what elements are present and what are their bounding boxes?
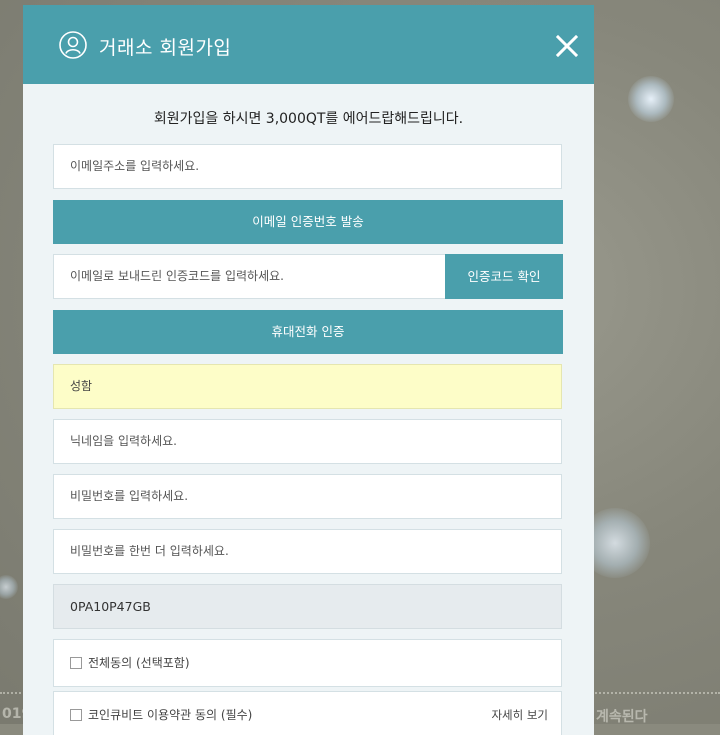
- agree-terms-row[interactable]: 코인큐비트 이용약관 동의 (필수) 자세히 보기: [53, 691, 562, 735]
- nickname-input[interactable]: 닉네임을 입력하세요.: [53, 419, 562, 464]
- phone-verification-button[interactable]: 휴대전화 인증: [53, 310, 563, 354]
- close-icon[interactable]: [556, 35, 578, 57]
- user-profile-icon: [59, 31, 87, 59]
- referral-code-field: 0PA10P47GB: [53, 584, 562, 629]
- verify-code-button[interactable]: 인증코드 확인: [445, 254, 563, 299]
- name-field[interactable]: 성함: [53, 364, 562, 409]
- email-input[interactable]: 이메일주소를 입력하세요.: [53, 144, 562, 189]
- agree-terms-checkbox[interactable]: [70, 709, 82, 721]
- agree-all-row[interactable]: 전체동의 (선택포함): [53, 639, 562, 687]
- send-verification-code-button[interactable]: 이메일 인증번호 발송: [53, 200, 563, 244]
- password-confirm-input[interactable]: 비밀번호를 한번 더 입력하세요.: [53, 529, 562, 574]
- airdrop-notice: 회원가입을 하시면 3,000QT를 에어드랍해드립니다.: [153, 111, 464, 127]
- background-text-right: 계속된다: [596, 709, 648, 725]
- signup-modal: 거래소 회원가입 회원가입을 하시면 3,000QT를 에어드랍해드립니다. 이…: [23, 5, 594, 735]
- terms-detail-link[interactable]: 자세히 보기: [491, 692, 548, 735]
- verification-code-input[interactable]: 이메일로 보내드린 인증코드를 입력하세요.: [53, 254, 446, 299]
- bokeh-light: [628, 76, 674, 122]
- agree-all-checkbox[interactable]: [70, 657, 82, 669]
- modal-header: 거래소 회원가입: [23, 5, 594, 84]
- modal-title: 거래소 회원가입: [99, 37, 232, 59]
- password-input[interactable]: 비밀번호를 입력하세요.: [53, 474, 562, 519]
- agree-terms-label: 코인큐비트 이용약관 동의 (필수): [88, 708, 253, 722]
- agree-all-label: 전체동의 (선택포함): [88, 656, 190, 670]
